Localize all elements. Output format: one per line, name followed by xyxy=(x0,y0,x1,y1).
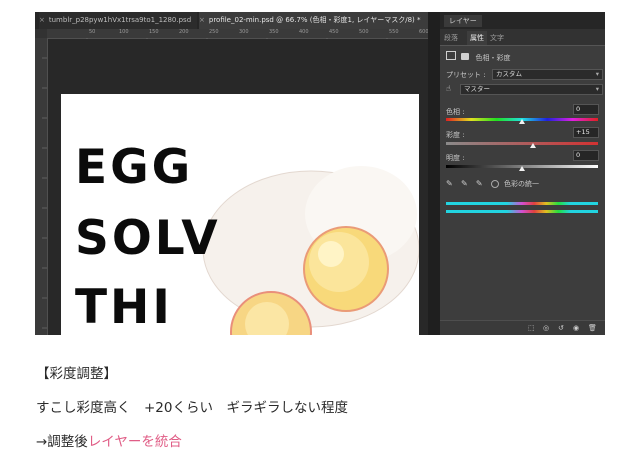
photoshop-screenshot: × tumblr_p28pyw1hVx1trsa9to1_1280.psd × pr… xyxy=(35,12,605,335)
channel-select[interactable]: マスター ▾ xyxy=(460,84,603,95)
ruler-label: 250 xyxy=(209,29,219,35)
caption-line-2: すこし彩度高く +20くらい ギラギラしない程度 xyxy=(36,400,348,416)
ruler-label: 200 xyxy=(179,29,189,35)
lightness-slider-thumb[interactable] xyxy=(519,166,525,171)
tab-profile-psd[interactable]: × profile_02-min.psd @ 66.7% (色相・彩度1, レイヤ… xyxy=(199,12,428,29)
visibility-eye-icon[interactable]: ◉ xyxy=(573,324,579,332)
colorize-checkbox[interactable] xyxy=(490,180,499,188)
caption-prefix: →調整後 xyxy=(36,434,88,450)
clip-to-layer-icon[interactable]: ⬚ xyxy=(528,324,535,332)
vertical-ruler xyxy=(35,38,48,335)
ruler-label: 150 xyxy=(149,29,159,35)
chevron-down-icon: ▾ xyxy=(595,70,599,78)
preset-label: プリセット : xyxy=(446,71,486,79)
lightness-input[interactable]: 0 xyxy=(573,150,599,161)
hue-slider-thumb[interactable] xyxy=(519,119,525,124)
trash-icon[interactable]: 🗑 xyxy=(588,324,597,332)
tab-character[interactable]: 文字 xyxy=(490,33,504,43)
caption-accent: レイヤーを統合 xyxy=(87,434,182,450)
tab-tumblr-psd[interactable]: × tumblr_p28pyw1hVx1trsa9to1_1280.psd xyxy=(39,12,197,29)
ruler-label: 100 xyxy=(119,29,129,35)
saturation-input[interactable]: +15 xyxy=(573,127,599,138)
layers-panel-header: レイヤー xyxy=(440,12,605,29)
lightness-label: 明度 : xyxy=(446,154,465,162)
ruler-label: 500 xyxy=(359,29,369,35)
reset-icon[interactable]: ↺ xyxy=(558,324,564,332)
saturation-label: 彩度 : xyxy=(446,131,465,139)
headline-line-2: SOLV xyxy=(75,211,221,266)
channel-value: マスター xyxy=(464,85,490,93)
preset-value: カスタム xyxy=(496,70,522,78)
tab-properties[interactable]: 属性 xyxy=(467,31,487,45)
hue-input[interactable]: 0 xyxy=(573,104,599,115)
colorize-label: 色彩の統一 xyxy=(504,180,540,188)
adjustment-title: 色相・彩度 xyxy=(475,54,511,62)
ruler-label: 550 xyxy=(389,29,399,35)
hue-label: 色相 : xyxy=(446,108,465,116)
ruler-label: 350 xyxy=(269,29,279,35)
document-canvas[interactable]: EGG SOLV THI xyxy=(61,94,419,335)
ruler-label: 400 xyxy=(299,29,309,35)
caption-line-3: →調整後レイヤーを統合 xyxy=(36,430,182,450)
document-tab-bar: × tumblr_p28pyw1hVx1trsa9to1_1280.psd × pr… xyxy=(35,12,428,29)
layer-mask-icon xyxy=(461,53,470,60)
headline-line-1: EGG xyxy=(75,140,194,195)
color-range-bar-top xyxy=(446,202,598,205)
eyedropper-icon[interactable]: ✎ xyxy=(446,179,453,188)
color-range-bar-bottom xyxy=(446,210,598,213)
panel-collapse-strip[interactable] xyxy=(428,12,440,335)
properties-tabs: 段落 属性 文字 xyxy=(440,29,605,46)
ruler-label: 300 xyxy=(239,29,249,35)
chevron-down-icon: ▾ xyxy=(595,85,599,93)
close-icon[interactable]: × xyxy=(199,16,205,24)
preset-select[interactable]: カスタム ▾ xyxy=(492,69,603,80)
eyedropper-minus-icon[interactable]: ✎ xyxy=(476,179,483,188)
adjustment-header: 色相・彩度 xyxy=(446,51,510,63)
hand-target-icon[interactable]: ☝ xyxy=(446,85,451,93)
right-panel-dock: レイヤー 段落 属性 文字 色相・彩度 プリセット : カスタム ▾ ☝ マスター… xyxy=(428,12,605,335)
caption-heading: 【彩度調整】 xyxy=(36,366,117,382)
properties-panel: 段落 属性 文字 色相・彩度 プリセット : カスタム ▾ ☝ マスター ▾ 色相 … xyxy=(440,29,605,335)
ruler-label: 450 xyxy=(329,29,339,35)
adjustment-layer-icon xyxy=(446,51,456,60)
eyedropper-plus-icon[interactable]: ✎ xyxy=(461,179,468,188)
view-previous-icon[interactable]: ◎ xyxy=(543,324,549,332)
tab-paragraph[interactable]: 段落 xyxy=(444,33,458,43)
saturation-slider[interactable] xyxy=(446,142,598,145)
headline-line-3: THI xyxy=(75,280,173,335)
layers-panel-title[interactable]: レイヤー xyxy=(444,15,482,27)
eyedropper-row: ✎ ✎ ✎ 色彩の統一 xyxy=(446,179,539,189)
tab-label: profile_02-min.psd @ 66.7% (色相・彩度1, レイヤー… xyxy=(208,16,421,24)
vruler-ticks xyxy=(42,57,47,329)
ruler-label: 50 xyxy=(89,29,96,35)
properties-footer: ⬚ ◎ ↺ ◉ 🗑 xyxy=(440,320,605,335)
tab-label: tumblr_p28pyw1hVx1trsa9to1_1280.psd xyxy=(48,16,192,24)
close-icon[interactable]: × xyxy=(39,16,45,24)
saturation-slider-thumb[interactable] xyxy=(530,143,537,148)
horizontal-ruler: 50 100 150 200 250 300 350 400 450 500 550 600 xyxy=(47,29,429,44)
